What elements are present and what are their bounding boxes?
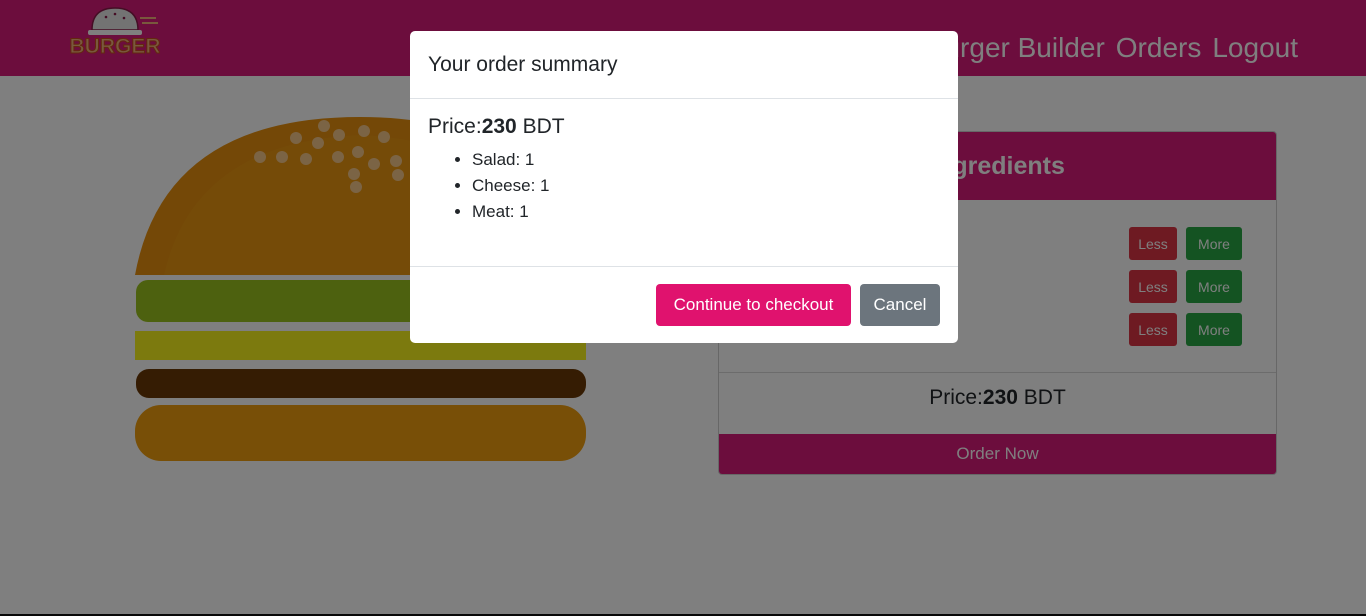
price-currency: BDT: [522, 115, 565, 138]
price-value: 230: [481, 115, 517, 138]
modal-price: Price:230 BDT: [428, 115, 940, 139]
list-item: Cheese: 1: [472, 173, 940, 199]
list-item: Salad: 1: [472, 147, 940, 173]
order-summary-modal: Your order summary Price:230 BDT Salad: …: [410, 31, 958, 343]
list-item: Meat: 1: [472, 199, 940, 225]
modal-header: Your order summary: [410, 31, 958, 99]
price-label: Price:: [428, 115, 482, 138]
modal-footer: Continue to checkout Cancel: [410, 266, 958, 343]
modal-body: Price:230 BDT Salad: 1 Cheese: 1 Meat: 1: [410, 99, 958, 266]
modal-title: Your order summary: [428, 52, 618, 76]
continue-to-checkout-button[interactable]: Continue to checkout: [656, 284, 851, 326]
cancel-button[interactable]: Cancel: [860, 284, 940, 326]
ingredient-summary-list: Salad: 1 Cheese: 1 Meat: 1: [428, 147, 940, 225]
